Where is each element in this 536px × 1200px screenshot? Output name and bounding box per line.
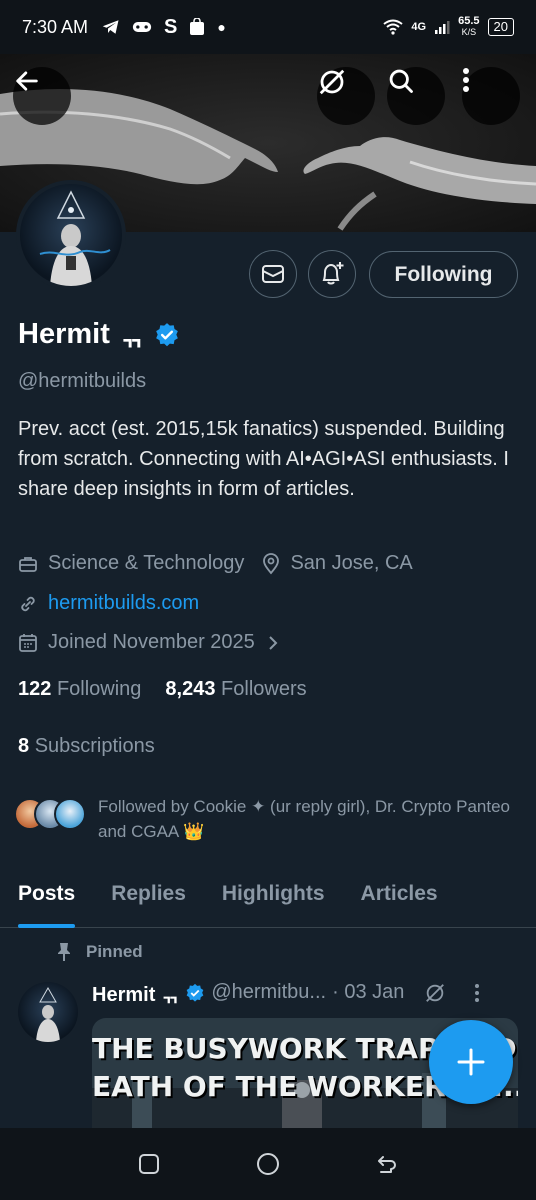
tab-label: Articles bbox=[360, 882, 438, 905]
speed-value: 65.5 bbox=[458, 15, 480, 27]
message-button[interactable] bbox=[249, 250, 297, 298]
tab-label: Replies bbox=[111, 882, 186, 905]
calendar-icon bbox=[19, 633, 37, 652]
net-speed: 65.5 K/S bbox=[458, 16, 479, 38]
compose-post-button[interactable] bbox=[429, 1020, 513, 1104]
mutual-avatars bbox=[14, 798, 86, 830]
tab-replies[interactable]: Replies bbox=[93, 866, 204, 928]
back-nav-icon[interactable] bbox=[375, 1152, 399, 1176]
more-options-button[interactable] bbox=[462, 67, 520, 125]
post-header: Hermit ᆩ @hermitbu... · 03 Jan bbox=[92, 978, 480, 1007]
post-author-avatar[interactable] bbox=[18, 982, 78, 1042]
battery-indicator: 20 bbox=[487, 18, 514, 36]
display-name: Hermit bbox=[18, 318, 110, 350]
following-count: 122 bbox=[18, 678, 52, 700]
briefcase-icon bbox=[19, 556, 37, 572]
status-bar: 7:30 AM S ● 4G 65.5 K/S 20 bbox=[0, 0, 536, 54]
following-label: Following bbox=[56, 678, 142, 700]
followed-by-text: Followed by Cookie ✦ (ur reply girl), Dr… bbox=[98, 797, 511, 841]
shop-bag-icon bbox=[190, 18, 205, 35]
profile-location: San Jose, CA bbox=[290, 552, 413, 574]
profile-handle: @hermitbuilds bbox=[18, 370, 147, 392]
back-arrow-icon bbox=[16, 71, 38, 91]
subscriptions-stat[interactable]: 8 Subscriptions bbox=[18, 735, 155, 758]
more-vertical-icon[interactable] bbox=[474, 983, 480, 1003]
subscriptions-label: Subscriptions bbox=[34, 735, 155, 757]
post-author-handle: @hermitbu... bbox=[211, 981, 327, 1003]
followers-count: 8,243 bbox=[165, 678, 216, 700]
name-glyph: ᆩ bbox=[119, 321, 144, 351]
follow-stats: 122 Following 8,243 Followers bbox=[18, 678, 307, 701]
chevron-right-icon bbox=[269, 635, 278, 650]
tab-posts[interactable]: Posts bbox=[0, 866, 93, 928]
avatar-image bbox=[39, 190, 111, 286]
link-icon bbox=[21, 596, 35, 611]
mutual-avatar bbox=[54, 798, 86, 830]
location-pin-icon bbox=[263, 552, 280, 574]
network-type: 4G bbox=[411, 21, 427, 33]
more-vertical-icon bbox=[463, 68, 469, 92]
pinned-label: Pinned bbox=[86, 942, 143, 961]
website-row: hermitbuilds.com bbox=[18, 592, 199, 615]
verified-badge-icon bbox=[155, 322, 178, 346]
search-button[interactable] bbox=[387, 67, 445, 125]
grok-icon bbox=[319, 69, 345, 95]
followers-label: Followers bbox=[221, 678, 307, 700]
telegram-icon bbox=[102, 20, 119, 34]
profile-joined: Joined November 2025 bbox=[48, 631, 255, 653]
profile-bio: Prev. acct (est. 2015,15k fanatics) susp… bbox=[18, 418, 509, 500]
grok-icon[interactable] bbox=[424, 982, 446, 1004]
system-nav-bar bbox=[0, 1128, 536, 1200]
tab-highlights[interactable]: Highlights bbox=[204, 866, 343, 928]
post-date: · 03 Jan bbox=[332, 981, 405, 1003]
subscriptions-count: 8 bbox=[18, 735, 30, 757]
gamepad-icon bbox=[132, 22, 152, 32]
bell-plus-icon bbox=[322, 262, 344, 285]
profile-avatar[interactable] bbox=[16, 180, 126, 290]
plus-icon bbox=[457, 1048, 485, 1076]
mail-icon bbox=[262, 265, 284, 283]
pin-icon bbox=[58, 943, 70, 961]
signal-icon bbox=[435, 21, 450, 34]
following-button[interactable]: Following bbox=[369, 251, 518, 298]
recents-icon[interactable] bbox=[137, 1152, 161, 1176]
profile-tabs: Posts Replies Highlights Articles bbox=[0, 866, 536, 928]
dot-icon: ● bbox=[217, 19, 226, 35]
verified-badge-icon bbox=[186, 983, 204, 1002]
pinned-indicator: Pinned bbox=[56, 942, 143, 962]
status-time: 7:30 AM bbox=[22, 16, 89, 37]
profile-category: Science & Technology bbox=[48, 552, 245, 574]
tab-label: Posts bbox=[18, 882, 76, 905]
grok-button[interactable] bbox=[317, 67, 375, 125]
category-location-row: Science & Technology San Jose, CA bbox=[18, 552, 413, 575]
s-app-icon: S bbox=[164, 15, 178, 38]
back-button[interactable] bbox=[13, 67, 71, 125]
profile-name: Hermit ᆩ bbox=[18, 316, 180, 353]
active-tab-indicator bbox=[18, 924, 76, 928]
post-author-name[interactable]: Hermit ᆩ bbox=[92, 978, 179, 1007]
joined-row[interactable]: Joined November 2025 bbox=[18, 631, 289, 654]
search-icon bbox=[389, 69, 413, 93]
wifi-icon bbox=[383, 19, 404, 35]
profile-website-link[interactable]: hermitbuilds.com bbox=[48, 592, 199, 615]
followed-by[interactable]: Followed by Cookie ✦ (ur reply girl), Dr… bbox=[14, 794, 518, 844]
tab-label: Highlights bbox=[221, 882, 325, 905]
following-stat[interactable]: 122 Following bbox=[18, 678, 141, 701]
post-avatar-image bbox=[36, 986, 60, 1042]
notification-icons: S ● bbox=[102, 16, 226, 39]
speed-unit: K/S bbox=[461, 27, 477, 37]
system-icons: 4G 65.5 K/S 20 bbox=[383, 16, 514, 38]
followers-stat[interactable]: 8,243 Followers bbox=[165, 678, 306, 701]
home-icon[interactable] bbox=[255, 1151, 281, 1177]
tab-articles[interactable]: Articles bbox=[343, 866, 456, 928]
notify-button[interactable] bbox=[308, 250, 356, 298]
